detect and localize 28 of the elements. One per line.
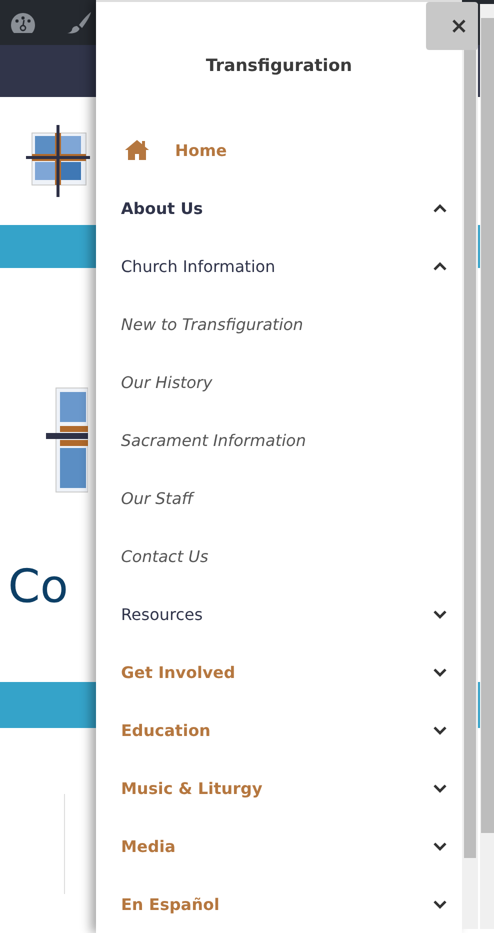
drawer-title: Transfiguration [206,56,352,76]
menu-item[interactable]: En Español [96,875,462,933]
chevron-icon[interactable] [433,668,447,676]
chevron-icon[interactable] [433,784,447,792]
chevron-icon[interactable] [433,262,447,270]
menu-item[interactable]: Media [96,817,462,875]
menu-item[interactable]: Our History [96,353,462,411]
chevron-icon[interactable] [433,204,447,212]
menu-item[interactable]: Education [96,701,462,759]
menu-item[interactable]: Music & Liturgy [96,759,462,817]
page-heading: Co [8,558,68,615]
cross-logo-icon [26,125,90,197]
menu-item[interactable]: Sacrament Information [96,411,462,469]
home-icon [124,139,150,161]
chevron-icon[interactable] [433,726,447,734]
menu-item[interactable]: Home [96,121,462,179]
chevron-icon[interactable] [433,842,447,850]
chevron-icon[interactable] [433,900,447,908]
menu-item[interactable]: Our Staff [96,469,462,527]
menu-item[interactable]: Church Information [96,237,462,295]
chevron-icon[interactable] [433,610,447,618]
menu-item[interactable]: Contact Us [96,527,462,585]
gauge-icon[interactable] [9,10,37,34]
menu-item[interactable]: Resources [96,585,462,643]
menu-item[interactable]: Get Involved [96,643,462,701]
menu-item[interactable]: About Us [96,179,462,237]
menu-item[interactable]: New to Transfiguration [96,295,462,353]
close-button[interactable]: × [426,2,478,50]
